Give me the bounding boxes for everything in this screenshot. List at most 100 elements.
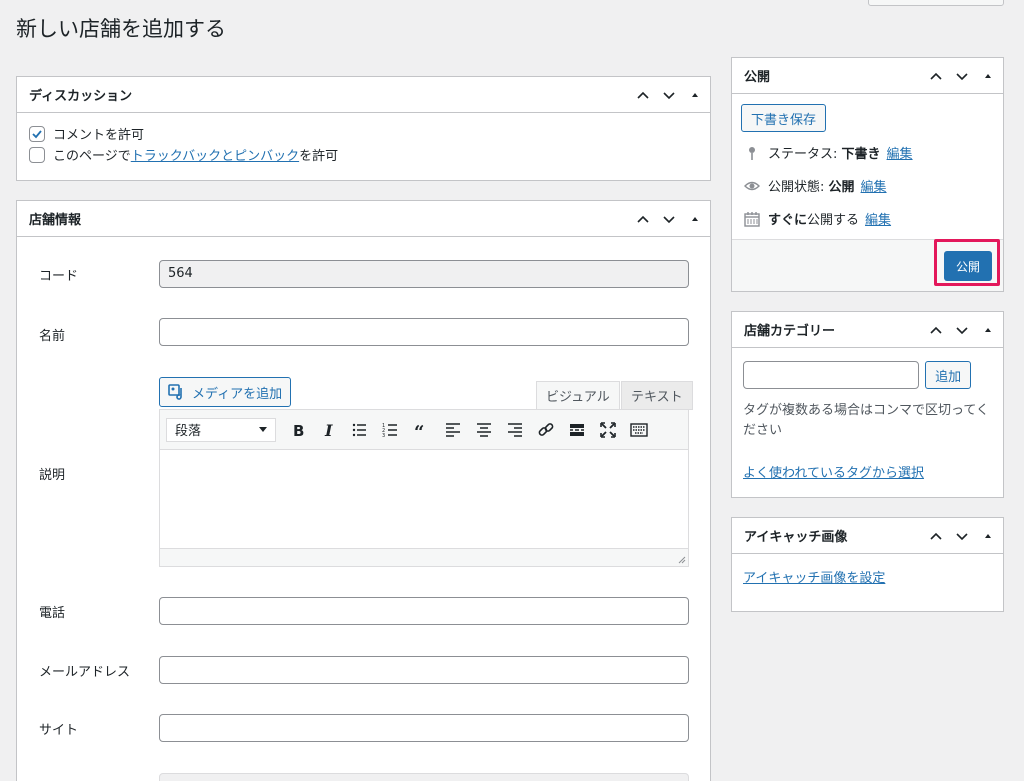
- trackbacks-link[interactable]: トラックバックとピンバック: [131, 145, 299, 164]
- shop-info-title: 店舗情報: [29, 213, 82, 228]
- screen-options-button[interactable]: [868, 0, 1004, 6]
- next-field[interactable]: [159, 773, 689, 781]
- editor-content-area[interactable]: [160, 450, 688, 548]
- svg-text:B: B: [293, 422, 304, 439]
- read-more-icon[interactable]: [561, 416, 592, 444]
- discussion-box: ディスカッション コメントを許可 このページで トラックバックとピンバック を許可: [16, 76, 711, 181]
- add-media-button[interactable]: メディアを追加: [159, 377, 292, 407]
- shop-info-box: 店舗情報 コード 564 名前 説明 メディアを追加 ビジュアル テキスト 段落…: [16, 200, 711, 781]
- allow-comments-checkbox[interactable]: [29, 125, 45, 142]
- numbered-list-icon[interactable]: 123: [375, 416, 406, 444]
- checkmark-icon: [32, 129, 42, 138]
- name-label: 名前: [39, 329, 66, 344]
- shop-info-header: 店舗情報: [17, 201, 710, 237]
- publish-header: 公開: [732, 58, 1003, 94]
- move-down-icon[interactable]: [955, 323, 969, 337]
- name-field[interactable]: [159, 318, 689, 346]
- move-up-icon[interactable]: [929, 529, 943, 543]
- visibility-row: 公開状態: 公開 編集: [732, 169, 1003, 202]
- category-handle-actions: [929, 312, 995, 348]
- link-icon[interactable]: [530, 416, 561, 444]
- popular-tags-link[interactable]: よく使われているタグから選択: [743, 466, 924, 481]
- bold-icon[interactable]: B: [282, 416, 313, 444]
- move-up-icon[interactable]: [929, 323, 943, 337]
- collapse-toggle-icon[interactable]: [688, 212, 702, 226]
- schedule-row: すぐに 公開する 編集: [732, 202, 1003, 235]
- discussion-title: ディスカッション: [29, 89, 133, 104]
- collapse-toggle-icon[interactable]: [981, 323, 995, 337]
- fullscreen-icon[interactable]: [592, 416, 623, 444]
- format-select[interactable]: 段落: [166, 417, 276, 442]
- visibility-value: 公開: [828, 180, 855, 195]
- move-down-icon[interactable]: [955, 529, 969, 543]
- toolbar-toggle-icon[interactable]: [623, 416, 654, 444]
- visibility-label: 公開状態:: [768, 180, 825, 195]
- description-editor: 段落 B I 123 “: [159, 409, 689, 567]
- add-media-label: メディアを追加: [192, 386, 283, 402]
- visibility-edit-link[interactable]: 編集: [861, 176, 887, 195]
- schedule-suffix: 公開する: [807, 213, 860, 228]
- save-draft-button[interactable]: 下書き保存: [741, 104, 827, 132]
- allow-comments-row: コメントを許可: [29, 123, 698, 144]
- set-featured-image-link[interactable]: アイキャッチ画像を設定: [743, 571, 885, 586]
- phone-label: 電話: [39, 606, 66, 621]
- featured-image-title: アイキャッチ画像: [744, 530, 848, 545]
- allow-pings-row: このページで トラックバックとピンバック を許可: [29, 144, 698, 165]
- site-field[interactable]: [159, 714, 689, 742]
- calendar-icon: [744, 211, 760, 227]
- pin-icon: [749, 146, 755, 160]
- svg-text:I: I: [324, 421, 333, 439]
- category-box: 店舗カテゴリー 追加 タグが複数ある場合はコンマで区切ってください よく使われて…: [731, 311, 1004, 498]
- status-row: ステータス: 下書き 編集: [732, 136, 1003, 169]
- move-up-icon[interactable]: [929, 69, 943, 83]
- collapse-toggle-icon[interactable]: [688, 88, 702, 102]
- site-label: サイト: [39, 723, 79, 738]
- resize-handle-icon[interactable]: [676, 554, 686, 564]
- status-label: ステータス:: [768, 147, 838, 162]
- category-header: 店舗カテゴリー: [732, 312, 1003, 348]
- italic-icon[interactable]: I: [313, 416, 344, 444]
- format-select-value: 段落: [175, 424, 202, 439]
- move-down-icon[interactable]: [662, 212, 676, 226]
- move-up-icon[interactable]: [636, 212, 650, 226]
- align-left-icon[interactable]: [437, 416, 468, 444]
- category-help-text: タグが複数ある場合はコンマで区切ってください: [743, 403, 989, 438]
- code-field[interactable]: 564: [159, 260, 689, 288]
- move-up-icon[interactable]: [636, 88, 650, 102]
- bulleted-list-icon[interactable]: [344, 416, 375, 444]
- editor-statusbar: [160, 548, 688, 566]
- move-down-icon[interactable]: [662, 88, 676, 102]
- svg-text:3: 3: [382, 433, 385, 439]
- allow-pings-suffix: を許可: [299, 149, 339, 164]
- email-field[interactable]: [159, 656, 689, 684]
- description-label: 説明: [39, 468, 66, 483]
- shop-handle-actions: [636, 201, 702, 237]
- move-down-icon[interactable]: [955, 69, 969, 83]
- tab-visual[interactable]: ビジュアル: [536, 381, 620, 410]
- category-input[interactable]: [743, 361, 919, 389]
- editor-toolbar: 段落 B I 123 “: [160, 410, 688, 450]
- allow-pings-checkbox[interactable]: [29, 146, 45, 163]
- schedule-value: すぐに: [768, 213, 808, 228]
- collapse-toggle-icon[interactable]: [981, 69, 995, 83]
- description-row: 説明 メディアを追加 ビジュアル テキスト 段落 B I 123 “: [17, 377, 710, 577]
- blockquote-icon[interactable]: “: [406, 416, 437, 444]
- allow-comments-label: コメントを許可: [53, 128, 145, 143]
- publish-title: 公開: [744, 70, 771, 85]
- code-label: コード: [39, 269, 79, 284]
- publish-handle-actions: [929, 58, 995, 94]
- category-add-button[interactable]: 追加: [925, 361, 972, 389]
- allow-pings-prefix: このページで: [53, 149, 131, 164]
- publish-highlight: [934, 239, 1000, 286]
- phone-field[interactable]: [159, 597, 689, 625]
- eye-icon: [744, 181, 760, 190]
- status-edit-link[interactable]: 編集: [887, 143, 913, 162]
- collapse-toggle-icon[interactable]: [981, 529, 995, 543]
- schedule-edit-link[interactable]: 編集: [865, 209, 891, 228]
- media-icon: [168, 384, 182, 400]
- featured-image-box: アイキャッチ画像 アイキャッチ画像を設定: [731, 517, 1004, 612]
- align-center-icon[interactable]: [468, 416, 499, 444]
- tab-text[interactable]: テキスト: [621, 381, 693, 410]
- align-right-icon[interactable]: [499, 416, 530, 444]
- discussion-handle-actions: [636, 77, 702, 113]
